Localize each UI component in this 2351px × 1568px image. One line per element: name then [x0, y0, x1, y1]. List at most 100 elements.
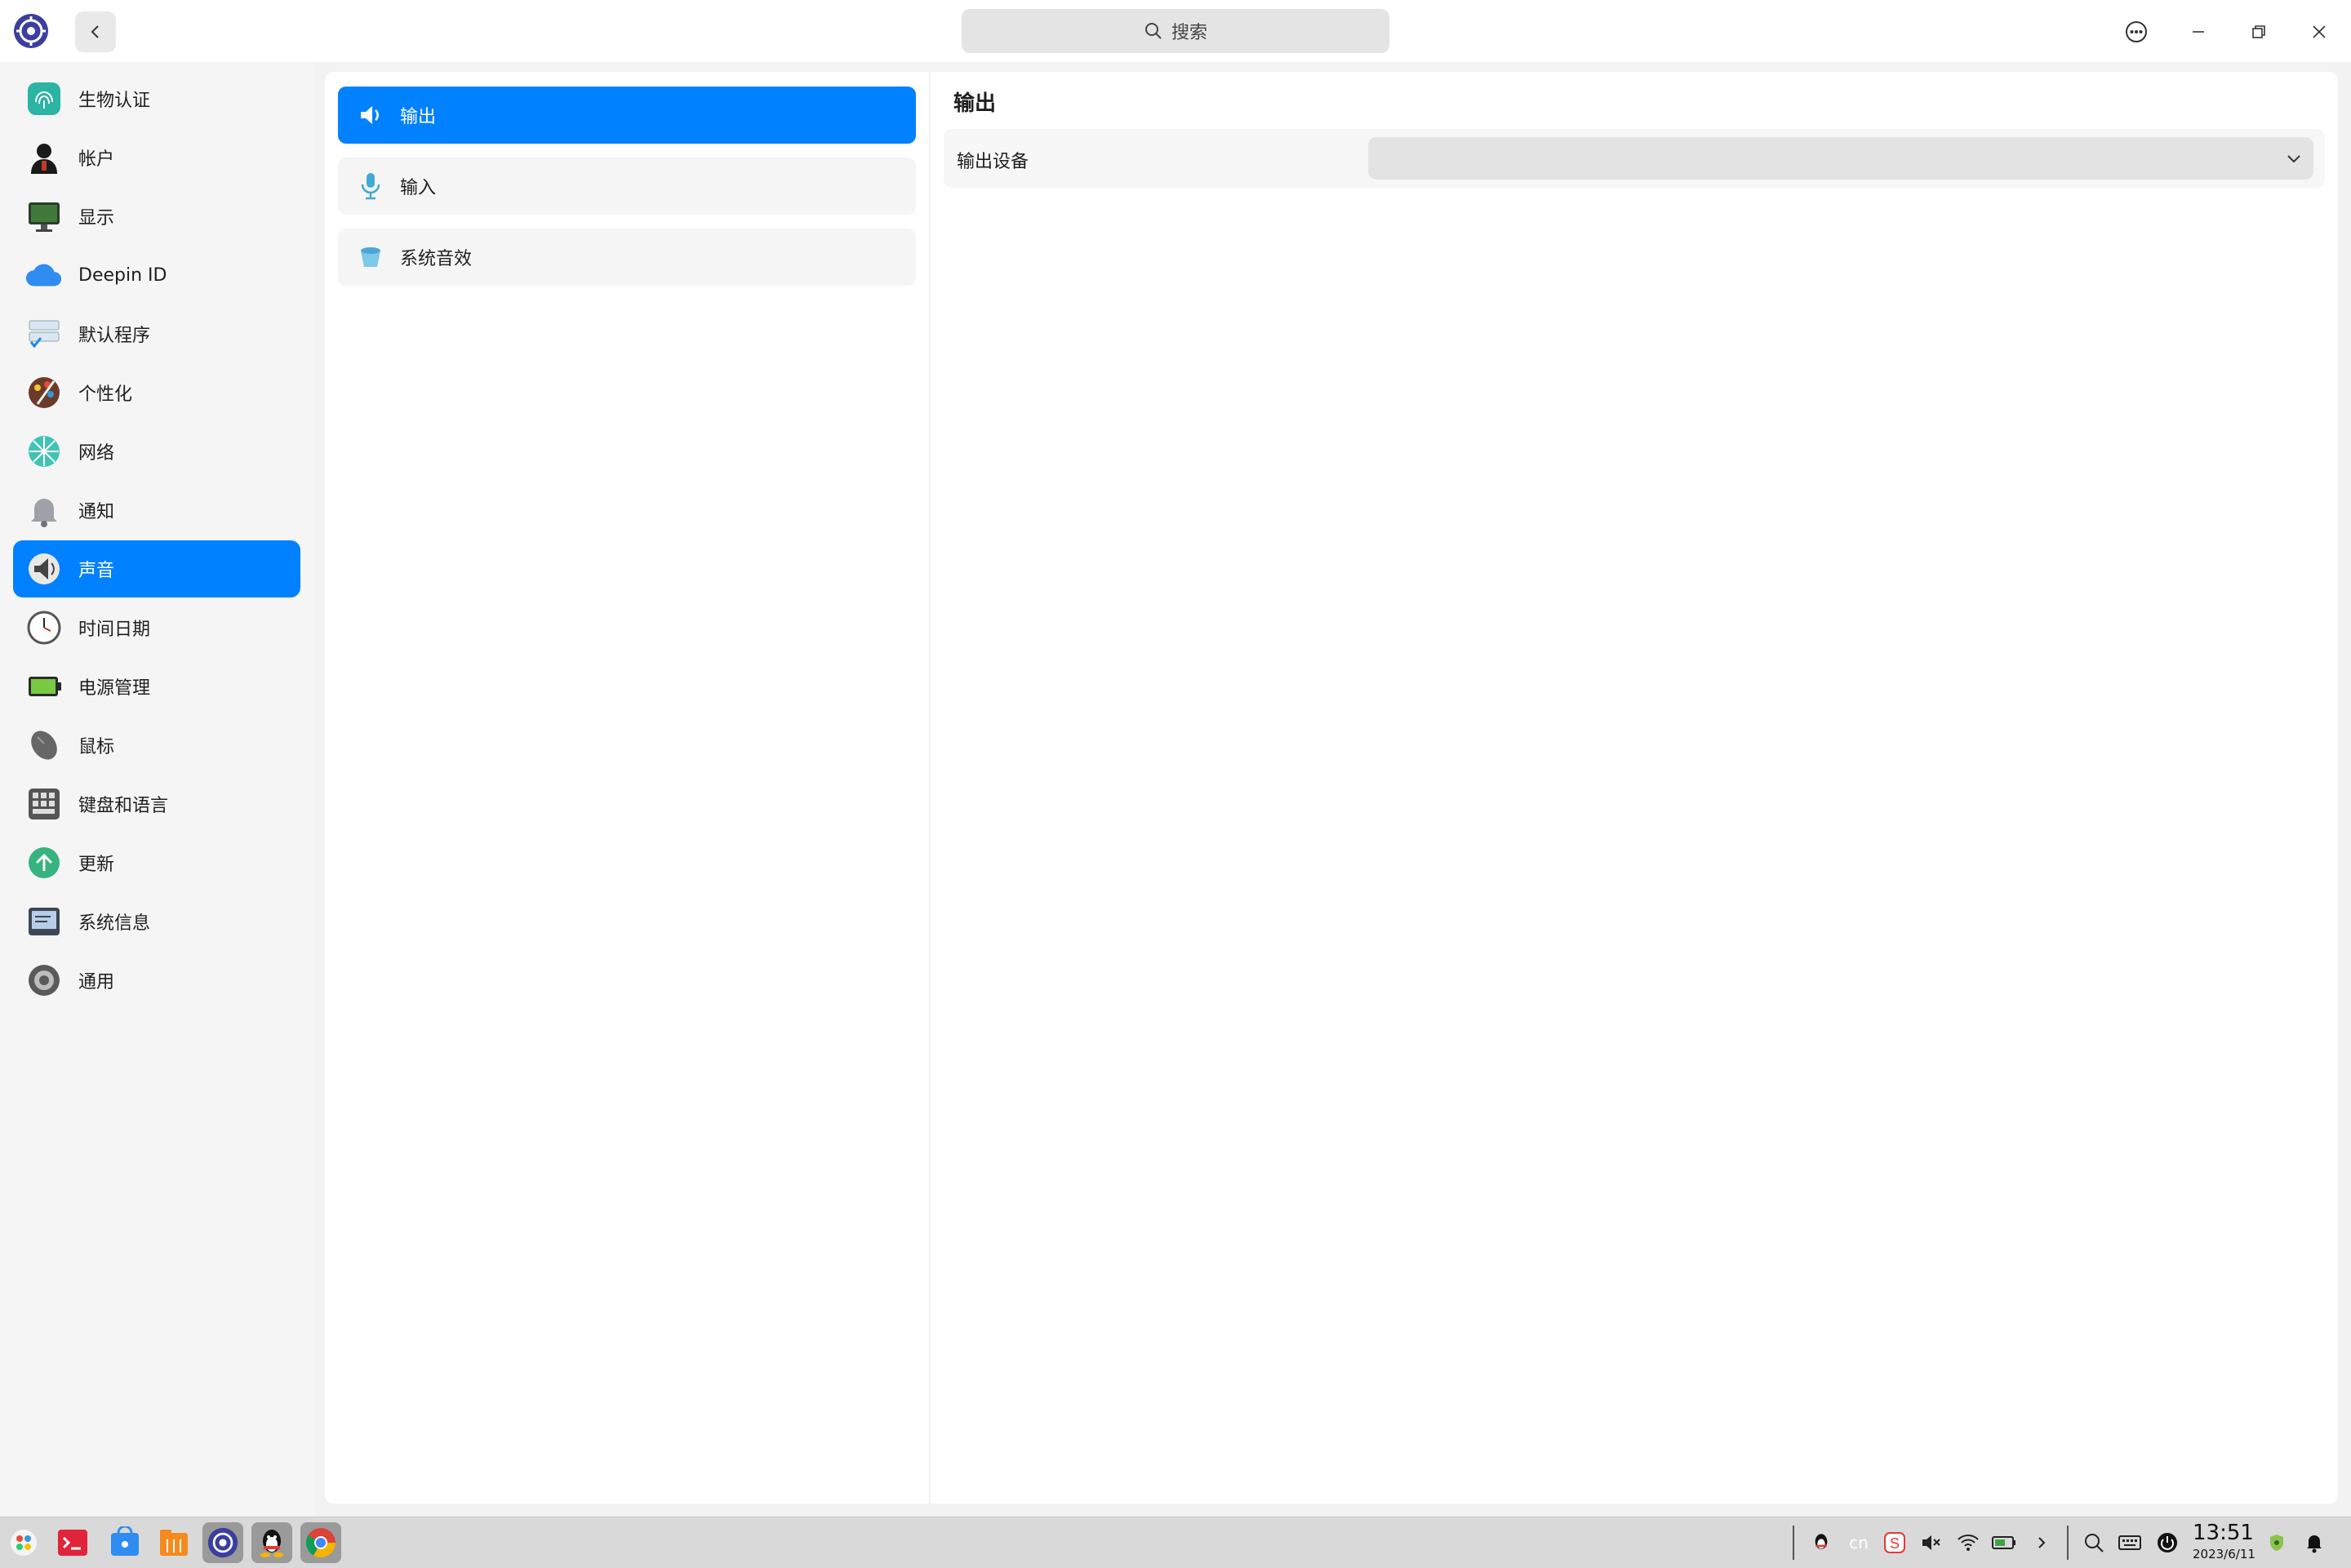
minimize-icon	[2193, 31, 2204, 33]
sidebar-item-label: 电源管理	[78, 678, 151, 699]
network-icon	[24, 432, 64, 471]
microphone-icon	[354, 170, 387, 202]
sidebar-item-general[interactable]: 通用	[13, 952, 300, 1009]
volume-muted-icon[interactable]	[1918, 1530, 1943, 1555]
tray-separator	[2067, 1526, 2069, 1560]
sidebar-item-accounts[interactable]: 帐户	[13, 129, 300, 186]
sidebar-item-label: 通用	[78, 972, 115, 993]
sidebar-item-label: 系统信息	[78, 913, 151, 934]
sidebar-item-label: 生物认证	[78, 91, 151, 111]
subnav-label: 系统音效	[400, 249, 473, 269]
keyboard-tray-icon[interactable]	[2118, 1530, 2142, 1555]
output-device-select[interactable]	[1368, 137, 2313, 180]
sidebar-item-deepin-id[interactable]: Deepin ID	[13, 247, 300, 304]
battery-tray-icon[interactable]	[1992, 1530, 2016, 1555]
control-center-logo-icon	[13, 13, 49, 49]
wifi-icon[interactable]	[1956, 1530, 1980, 1555]
chevron-down-icon	[2287, 155, 2300, 163]
mouse-icon	[24, 726, 64, 765]
back-button[interactable]	[75, 11, 116, 52]
personalization-icon	[24, 373, 64, 412]
sidebar-item-label: 个性化	[78, 384, 133, 405]
output-device-row: 输出设备	[944, 129, 2325, 188]
sidebar: 生物认证 帐户 显示 Deepin ID 默认程序 个性化 网络 通知 声音 时…	[0, 62, 315, 1517]
sidebar-item-sound[interactable]: 声音	[13, 540, 300, 597]
sidebar-item-label: 显示	[78, 208, 115, 229]
clock-date[interactable]: 2023/6/11	[2193, 1547, 2255, 1561]
sidebar-item-label: 时间日期	[78, 620, 151, 640]
power-icon[interactable]	[2155, 1530, 2180, 1555]
system-info-icon	[24, 902, 64, 941]
subnav-label: 输入	[400, 178, 437, 198]
sidebar-item-notifications[interactable]: 通知	[13, 482, 300, 539]
minimize-button[interactable]	[2178, 11, 2219, 52]
sidebar-item-system-info[interactable]: 系统信息	[13, 893, 300, 950]
chrome-icon[interactable]	[300, 1522, 341, 1563]
sidebar-item-label: 帐户	[78, 149, 115, 170]
security-shield-icon[interactable]	[2264, 1530, 2289, 1555]
cloud-icon	[24, 255, 64, 295]
terminal-icon[interactable]	[52, 1522, 93, 1563]
sidebar-item-default-apps[interactable]: 默认程序	[13, 305, 300, 362]
sidebar-item-biometrics[interactable]: 生物认证	[13, 70, 300, 127]
sound-subnav-output[interactable]: 输出	[338, 87, 916, 144]
output-device-label: 输出设备	[957, 152, 1029, 172]
sound-subnav-input[interactable]: 输入	[338, 158, 916, 215]
chevron-left-icon	[91, 25, 99, 38]
input-method-indicator[interactable]: cn	[1847, 1530, 1871, 1555]
speaker-output-icon	[354, 99, 387, 131]
search-input[interactable]: 搜索	[962, 9, 1389, 53]
search-icon	[1144, 23, 1162, 39]
clock-time[interactable]: 13:51	[2193, 1521, 2254, 1545]
close-button[interactable]	[2299, 11, 2340, 52]
update-icon	[24, 843, 64, 882]
sidebar-item-network[interactable]: 网络	[13, 423, 300, 480]
speaker-icon	[24, 549, 64, 589]
sidebar-item-label: 鼠标	[78, 737, 115, 757]
sound-subnav-panel: 输出 输入 系统音效	[325, 72, 929, 1504]
sidebar-item-label: 更新	[78, 855, 115, 875]
sound-subnav-effects[interactable]: 系统音效	[338, 229, 916, 286]
sidebar-item-personalization[interactable]: 个性化	[13, 364, 300, 421]
subnav-label: 输出	[400, 107, 437, 127]
title-bar: 搜索	[0, 0, 2351, 62]
qq-tray-icon[interactable]	[1809, 1530, 1833, 1555]
sidebar-item-label: Deepin ID	[78, 264, 167, 286]
clock-icon	[24, 608, 64, 647]
launcher-icon[interactable]	[3, 1522, 44, 1563]
sidebar-item-datetime[interactable]: 时间日期	[13, 599, 300, 656]
close-icon	[2313, 25, 2326, 38]
more-options-icon	[2126, 21, 2147, 42]
notification-bell-icon[interactable]	[2302, 1530, 2327, 1555]
svg-text:S: S	[1890, 1535, 1900, 1552]
default-apps-icon	[24, 314, 64, 353]
maximize-button[interactable]	[2238, 11, 2279, 52]
tray-expand-icon[interactable]	[2029, 1530, 2054, 1555]
restore-icon	[2252, 25, 2265, 38]
sidebar-item-mouse[interactable]: 鼠标	[13, 717, 300, 774]
search-tray-icon[interactable]	[2082, 1530, 2106, 1555]
taskbar: cn S 13:51 2023/6/11	[0, 1517, 2351, 1568]
battery-icon	[24, 667, 64, 706]
file-manager-icon[interactable]	[153, 1522, 194, 1563]
sidebar-item-label: 通知	[78, 502, 115, 522]
bell-icon	[24, 491, 64, 530]
account-icon	[24, 138, 64, 177]
search-placeholder: 搜索	[1171, 23, 1207, 43]
menu-button[interactable]	[2116, 11, 2157, 52]
app-store-icon[interactable]	[104, 1522, 145, 1563]
keyboard-icon	[24, 784, 64, 824]
sidebar-item-update[interactable]: 更新	[13, 834, 300, 891]
sidebar-item-power[interactable]: 电源管理	[13, 658, 300, 715]
sidebar-item-label: 默认程序	[78, 326, 151, 346]
sogou-icon[interactable]: S	[1882, 1530, 1907, 1555]
tray-separator	[1793, 1526, 1794, 1560]
sidebar-item-display[interactable]: 显示	[13, 188, 300, 245]
sound-effects-icon	[354, 241, 387, 273]
output-settings-panel: 输出 输出设备	[931, 72, 2338, 1504]
sidebar-item-label: 声音	[78, 561, 115, 581]
qq-icon[interactable]	[251, 1522, 292, 1563]
sidebar-item-keyboard[interactable]: 键盘和语言	[13, 775, 300, 833]
control-center-taskbar-icon[interactable]	[202, 1522, 243, 1563]
section-title: 输出	[953, 91, 997, 116]
